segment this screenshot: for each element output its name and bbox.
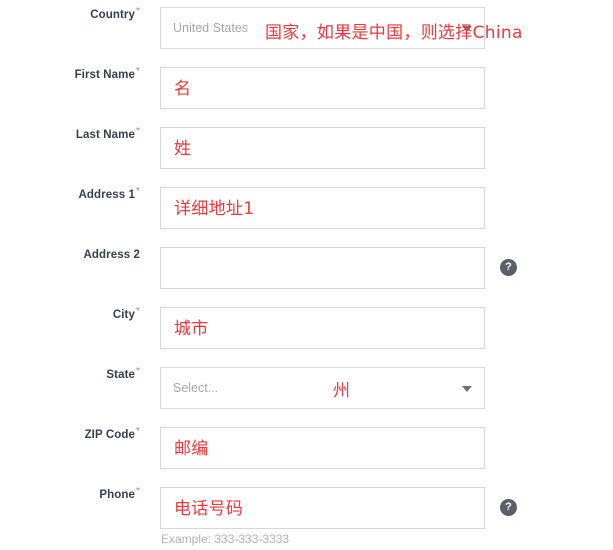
input-first-name[interactable] — [160, 67, 485, 109]
required-asterisk: * — [136, 306, 140, 318]
annotation-address-1: 详细地址1 — [174, 199, 255, 219]
label-zip-code: ZIP Code* — [0, 426, 140, 442]
annotation-state: 州 — [333, 381, 351, 401]
label-text: Address 1 — [78, 189, 135, 201]
input-last-name[interactable] — [160, 127, 485, 169]
label-text: Country — [90, 9, 135, 21]
label-text: City — [112, 309, 135, 321]
label-phone: Phone* — [0, 486, 140, 502]
address-form: Country* United States 国家，如果是中国，则选择China Fi… — [0, 0, 613, 550]
input-city[interactable] — [160, 307, 485, 349]
label-text: First Name — [74, 69, 135, 81]
select-state[interactable]: Select... 州 — [160, 367, 485, 409]
label-first-name: First Name* — [0, 66, 140, 82]
required-asterisk: * — [136, 426, 140, 438]
placeholder-state: Select... — [173, 381, 219, 395]
label-text: Phone — [99, 489, 135, 501]
label-text: Last Name — [75, 129, 135, 141]
label-text: State — [106, 369, 135, 381]
required-asterisk: * — [136, 66, 140, 78]
required-asterisk: * — [136, 186, 140, 198]
form-row-first-name: First Name* 名 — [0, 60, 613, 120]
annotation-last-name: 姓 — [174, 139, 192, 159]
help-icon-phone[interactable]: ? — [500, 499, 517, 516]
label-state: State* — [0, 366, 140, 382]
placeholder-country: United States — [173, 21, 249, 35]
form-row-address-1: Address 1* 详细地址1 — [0, 180, 613, 240]
required-asterisk: * — [136, 366, 140, 378]
annotation-city: 城市 — [174, 319, 209, 339]
form-row-city: City* 城市 — [0, 300, 613, 360]
required-asterisk: * — [136, 126, 140, 138]
annotation-first-name: 名 — [174, 79, 192, 99]
required-asterisk: * — [136, 486, 140, 498]
label-address-2: Address 2 — [0, 248, 140, 262]
label-country: Country* — [0, 6, 140, 22]
form-row-zip-code: ZIP Code* 邮编 — [0, 420, 613, 480]
form-row-country: Country* United States 国家，如果是中国，则选择China — [0, 0, 613, 60]
form-row-address-2: Address 2? — [0, 240, 613, 300]
annotation-zip-code: 邮编 — [174, 439, 209, 459]
label-city: City* — [0, 306, 140, 322]
label-text: ZIP Code — [84, 429, 135, 441]
form-row-state: State* Select... 州 — [0, 360, 613, 420]
chevron-down-icon[interactable] — [462, 386, 472, 392]
label-address-1: Address 1* — [0, 186, 140, 202]
input-address-2[interactable] — [160, 247, 485, 289]
label-text: Address 2 — [83, 249, 140, 261]
form-row-last-name: Last Name* 姓 — [0, 120, 613, 180]
required-asterisk: * — [136, 6, 140, 18]
helper-text-phone: Example: 333-333-3333 — [161, 532, 290, 546]
annotation-country: 国家，如果是中国，则选择China — [265, 23, 523, 43]
label-last-name: Last Name* — [0, 126, 140, 142]
input-zip-code[interactable] — [160, 427, 485, 469]
annotation-phone: 电话号码 — [174, 499, 244, 519]
form-row-phone: Phone* 电话号码? Example: 333-333-3333 — [0, 480, 613, 546]
help-icon-address-2[interactable]: ? — [500, 259, 517, 276]
